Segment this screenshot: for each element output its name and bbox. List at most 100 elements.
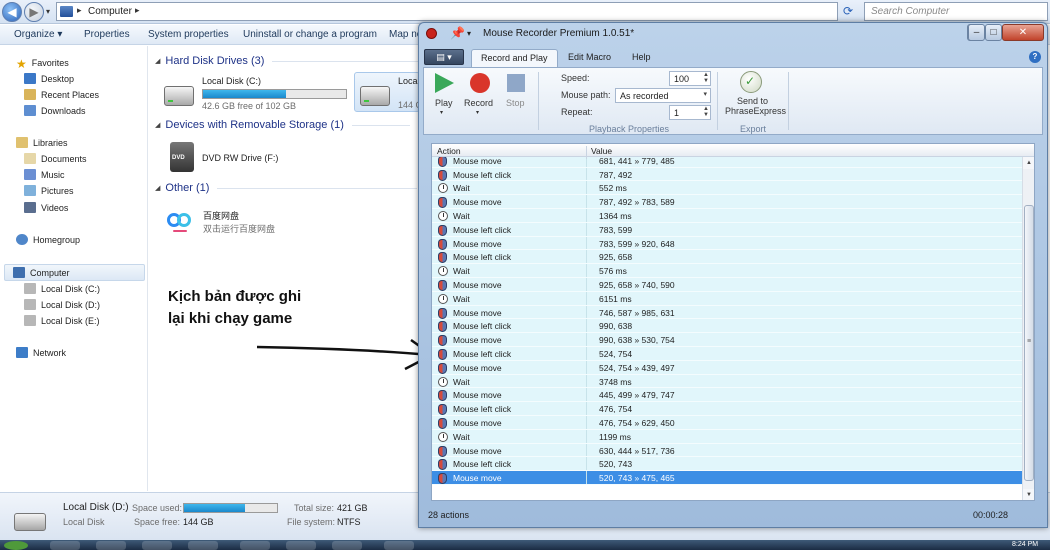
table-row[interactable]: Mouse move 787, 492 » 783, 589 bbox=[432, 195, 1022, 209]
taskbar-app[interactable] bbox=[188, 541, 218, 550]
quick-access-dropdown-icon[interactable]: ▾ bbox=[467, 29, 471, 38]
back-button[interactable]: ◀ bbox=[2, 2, 22, 22]
app-icon[interactable] bbox=[426, 28, 437, 39]
maximize-button[interactable]: □ bbox=[985, 24, 1002, 41]
search-input[interactable]: Search Computer bbox=[864, 2, 1048, 21]
play-button[interactable]: Play ▾ bbox=[430, 72, 458, 116]
table-row[interactable]: Mouse left click 787, 492 bbox=[432, 167, 1022, 182]
system-properties-button[interactable]: System properties bbox=[148, 29, 229, 40]
table-row[interactable]: Wait 1364 ms bbox=[432, 208, 1022, 223]
taskbar-app[interactable] bbox=[286, 541, 316, 550]
table-row[interactable]: Mouse left click 476, 754 bbox=[432, 402, 1022, 416]
breadcrumb-chevron-icon[interactable]: ▸ bbox=[135, 5, 140, 16]
macro-action-list[interactable]: Mouse left click681, 441Mouse move681, 4… bbox=[431, 143, 1035, 501]
record-dropdown-icon[interactable]: ▾ bbox=[476, 109, 479, 116]
nav-downloads[interactable]: Downloads bbox=[24, 103, 86, 118]
column-divider[interactable] bbox=[586, 146, 587, 159]
nav-documents[interactable]: Documents bbox=[24, 151, 87, 166]
properties-button[interactable]: Properties bbox=[84, 29, 130, 40]
recent-pages-dropdown-icon[interactable]: ▾ bbox=[46, 7, 50, 16]
forward-button[interactable]: ▶ bbox=[24, 2, 44, 22]
close-button[interactable]: ✕ bbox=[1002, 24, 1044, 41]
collapse-triangle-icon[interactable]: ◢ bbox=[155, 184, 160, 192]
section-removable-storage[interactable]: ◢ Devices with Removable Storage (1) bbox=[155, 119, 410, 131]
taskbar-app[interactable] bbox=[332, 541, 362, 550]
minimize-button[interactable]: ‒ bbox=[968, 24, 985, 41]
column-header-action[interactable]: Action bbox=[437, 146, 461, 156]
nav-homegroup[interactable]: Homegroup bbox=[16, 232, 80, 247]
pin-icon[interactable]: 📌 bbox=[450, 26, 465, 40]
spinner-arrows-icon[interactable]: ▲ ▼ bbox=[703, 72, 709, 84]
mr-titlebar[interactable]: 📌 ▾ Mouse Recorder Premium 1.0.51* ? ‒ □… bbox=[419, 23, 1047, 45]
nav-pictures[interactable]: Pictures bbox=[24, 183, 74, 198]
table-row[interactable]: Mouse move 746, 587 » 985, 631 bbox=[432, 305, 1022, 320]
nav-computer[interactable]: Computer bbox=[13, 265, 70, 280]
table-row[interactable]: Mouse move 476, 754 » 629, 450 bbox=[432, 415, 1022, 430]
taskbar-app[interactable] bbox=[384, 541, 414, 550]
scrollbar-thumb[interactable]: ≡ bbox=[1024, 205, 1034, 481]
nav-recent-places[interactable]: Recent Places bbox=[24, 87, 99, 102]
mouse-path-select[interactable]: As recorded ▾ bbox=[615, 88, 711, 103]
table-row[interactable]: Wait 576 ms bbox=[432, 264, 1022, 278]
taskbar-app[interactable] bbox=[50, 541, 80, 550]
table-row[interactable]: Mouse left click 925, 658 bbox=[432, 250, 1022, 265]
collapse-triangle-icon[interactable]: ◢ bbox=[155, 121, 160, 129]
nav-libraries[interactable]: Libraries bbox=[16, 135, 68, 150]
scroll-down-icon[interactable]: ▼ bbox=[1023, 489, 1034, 500]
nav-local-disk-c[interactable]: Local Disk (C:) bbox=[24, 281, 100, 296]
section-hard-disk-drives[interactable]: ◢ Hard Disk Drives (3) bbox=[155, 55, 423, 67]
stop-button[interactable]: Stop bbox=[502, 72, 530, 108]
scroll-up-icon[interactable]: ▲ bbox=[1023, 157, 1034, 169]
nav-network[interactable]: Network bbox=[16, 345, 66, 360]
section-other[interactable]: ◢ Other (1) bbox=[155, 182, 418, 194]
record-button[interactable]: Record ▾ bbox=[464, 72, 494, 116]
breadcrumb-chevron-icon[interactable]: ▸ bbox=[77, 5, 82, 16]
table-row[interactable]: Mouse move 520, 743 » 475, 465 bbox=[432, 471, 1022, 485]
tab-record-and-play[interactable]: Record and Play bbox=[471, 49, 558, 67]
table-row[interactable]: Mouse left click 524, 754 bbox=[432, 346, 1022, 361]
nav-local-disk-d[interactable]: Local Disk (D:) bbox=[24, 297, 100, 312]
table-row[interactable]: Wait 6151 ms bbox=[432, 291, 1022, 306]
table-row[interactable]: Wait 552 ms bbox=[432, 181, 1022, 196]
organize-button[interactable]: Organize ▾ bbox=[14, 29, 62, 40]
row-action: Mouse move bbox=[453, 417, 502, 428]
table-row[interactable]: Mouse move 990, 638 » 530, 754 bbox=[432, 333, 1022, 347]
tab-edit-macro[interactable]: Edit Macro bbox=[559, 49, 620, 67]
app-menu-button[interactable]: ▤ ▾ bbox=[424, 49, 464, 65]
table-row[interactable]: Mouse move 925, 658 » 740, 590 bbox=[432, 277, 1022, 292]
column-header-value[interactable]: Value bbox=[591, 146, 612, 156]
nav-local-disk-e[interactable]: Local Disk (E:) bbox=[24, 313, 100, 328]
play-dropdown-icon[interactable]: ▾ bbox=[440, 109, 443, 116]
table-row[interactable]: Mouse move 630, 444 » 517, 736 bbox=[432, 443, 1022, 458]
spinner-arrows-icon[interactable]: ▲ ▼ bbox=[703, 106, 709, 118]
repeat-input[interactable]: 1 ▲ ▼ bbox=[669, 105, 711, 120]
collapse-triangle-icon[interactable]: ◢ bbox=[155, 57, 160, 65]
nav-favorites[interactable]: ★ Favorites bbox=[16, 55, 69, 71]
drive-d-tile[interactable]: Local 144 G bbox=[354, 72, 423, 112]
taskbar-app[interactable] bbox=[142, 541, 172, 550]
table-row[interactable]: Mouse move 783, 599 » 920, 648 bbox=[432, 236, 1022, 251]
dropdown-arrow-icon[interactable]: ▾ bbox=[703, 91, 707, 98]
taskbar-app[interactable] bbox=[240, 541, 270, 550]
taskbar-app[interactable] bbox=[96, 541, 126, 550]
breadcrumb-computer[interactable]: Computer bbox=[88, 6, 132, 17]
table-row[interactable]: Wait 1199 ms bbox=[432, 429, 1022, 444]
tab-help[interactable]: Help bbox=[623, 49, 660, 67]
table-row[interactable]: Mouse move 445, 499 » 479, 747 bbox=[432, 388, 1022, 403]
speed-input[interactable]: 100 ▲ ▼ bbox=[669, 71, 711, 86]
address-box[interactable]: ▸ Computer ▸ ▾ bbox=[56, 2, 887, 21]
table-row[interactable]: Mouse left click 783, 599 bbox=[432, 222, 1022, 237]
uninstall-program-button[interactable]: Uninstall or change a program bbox=[243, 29, 377, 40]
help-icon[interactable]: ? bbox=[1029, 51, 1041, 63]
nav-videos[interactable]: Videos bbox=[24, 200, 68, 215]
start-button[interactable] bbox=[4, 541, 28, 550]
refresh-icon[interactable]: ⟳ bbox=[843, 4, 853, 18]
nav-desktop[interactable]: Desktop bbox=[24, 71, 74, 86]
table-row[interactable]: Mouse move 524, 754 » 439, 497 bbox=[432, 360, 1022, 375]
table-row[interactable]: Mouse left click 990, 638 bbox=[432, 319, 1022, 334]
table-row[interactable]: Wait 3748 ms bbox=[432, 374, 1022, 389]
nav-music[interactable]: Music bbox=[24, 167, 65, 182]
clock-icon bbox=[438, 293, 448, 304]
table-row[interactable]: Mouse left click 520, 743 bbox=[432, 457, 1022, 472]
vertical-scrollbar[interactable]: ▲ ≡ ▼ bbox=[1022, 157, 1034, 500]
